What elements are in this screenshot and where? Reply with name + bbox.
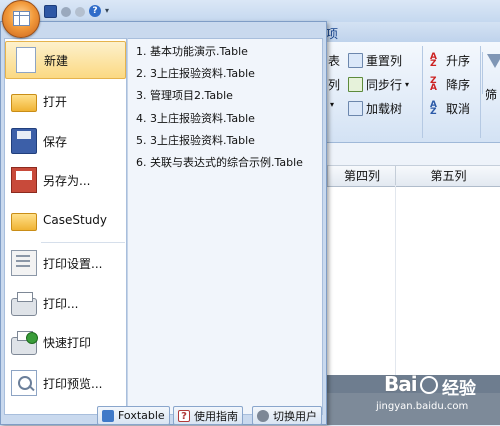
help-icon: ? (178, 409, 190, 422)
menu-item-save[interactable]: 保存 (5, 122, 126, 160)
sort-descending-label: 降序 (446, 78, 471, 92)
help-icon[interactable]: ? (89, 5, 101, 17)
save-disk-icon (11, 128, 37, 154)
reset-columns-label: 重置列 (366, 54, 403, 68)
sort-descending-button[interactable]: ZA 降序 (430, 76, 470, 93)
paw-icon (420, 376, 438, 394)
ribbon-column-button[interactable]: 列 (328, 76, 340, 93)
menu-item-label: 打印... (43, 296, 79, 311)
table-grid-icon (13, 11, 30, 26)
menu-item-open[interactable]: 打开 (5, 82, 126, 120)
sort-ascending-icon: AZ (430, 51, 437, 69)
menu-item-casestudy[interactable]: CaseStudy (5, 201, 126, 239)
recent-file-item[interactable]: 1. 基本功能演示.Table (136, 43, 248, 59)
cancel-sort-button[interactable]: AZ 取消 (430, 100, 470, 117)
print-settings-icon (11, 250, 37, 276)
watermark-text: 经验 (442, 379, 476, 399)
menu-item-label: CaseStudy (43, 213, 108, 227)
menu-item-label: 保存 (43, 134, 68, 149)
baidu-jingyan-watermark: Bai 经验 jingyan.baidu.com (368, 368, 498, 424)
filter-icon (487, 54, 500, 68)
menu-item-new[interactable]: 新建 (5, 41, 126, 79)
user-icon (257, 409, 269, 422)
menu-item-label: 打印设置... (43, 256, 103, 271)
column-divider (395, 185, 396, 375)
menu-item-label: 快速打印 (43, 335, 92, 350)
user-guide-label: 使用指南 (194, 409, 238, 423)
reset-columns-button[interactable]: 重置列 (348, 52, 402, 69)
ribbon-dropdown-button[interactable]: ▾ (330, 100, 334, 109)
dropdown-arrow-icon: ▾ (405, 80, 410, 89)
user-guide-button[interactable]: ? 使用指南 (173, 406, 243, 425)
save-icon[interactable] (44, 4, 57, 18)
new-document-icon (16, 47, 36, 73)
quick-access-toolbar: ? ▾ (44, 3, 113, 19)
switch-user-label: 切换用户 (273, 409, 317, 423)
recent-documents-panel: 1. 基本功能演示.Table 2. 3上庄报验资料.Table 3. 管理项目… (127, 38, 323, 415)
menu-item-label: 新建 (44, 53, 69, 68)
ribbon-table-label: 表 (328, 54, 341, 68)
sync-rows-icon (348, 77, 363, 92)
menu-item-quick-print[interactable]: 快速打印 (5, 323, 126, 361)
application-menu: 新建 打开 保存 另存为... CaseStudy 打印设置... 打印... (0, 21, 327, 425)
cancel-sort-icon: AZ (430, 99, 437, 117)
cancel-sort-label: 取消 (446, 102, 471, 116)
recent-file-item[interactable]: 6. 关联与表达式的综合示例.Table (136, 154, 303, 170)
switch-user-button[interactable]: 切换用户 (252, 406, 322, 425)
menu-separator (41, 242, 125, 243)
sort-ascending-button[interactable]: AZ 升序 (430, 52, 470, 69)
open-folder-icon (11, 94, 37, 112)
ribbon-table-button[interactable]: 表 (328, 52, 340, 69)
print-preview-icon (11, 370, 37, 396)
dropdown-arrow-icon: ▾ (330, 100, 335, 109)
menu-item-label: 打印预览... (43, 376, 103, 391)
reset-columns-icon (348, 53, 363, 68)
recent-file-item[interactable]: 4. 3上庄报验资料.Table (136, 110, 255, 126)
redo-icon[interactable] (75, 6, 85, 17)
ribbon-group-sort: AZ 升序 ZA 降序 AZ 取消 (424, 46, 481, 138)
menu-item-print-settings[interactable]: 打印设置... (5, 244, 126, 282)
printer-icon (11, 292, 37, 316)
sort-ascending-label: 升序 (446, 54, 471, 68)
tab-options[interactable]: 项 (326, 25, 338, 42)
foxtable-label: Foxtable (118, 409, 165, 422)
application-menu-button[interactable] (2, 0, 40, 38)
menu-item-save-as[interactable]: 另存为... (5, 161, 126, 199)
menu-item-print-preview[interactable]: 打印预览... (5, 364, 126, 402)
column-header[interactable]: 第四列 (327, 166, 396, 186)
app-menu-commands: 新建 打开 保存 另存为... CaseStudy 打印设置... 打印... (4, 38, 127, 415)
recent-file-item[interactable]: 2. 3上庄报验资料.Table (136, 65, 255, 81)
filter-button[interactable]: 筛 (482, 52, 500, 102)
foxtable-button[interactable]: Foxtable (97, 406, 170, 425)
recent-file-item[interactable]: 5. 3上庄报验资料.Table (136, 132, 255, 148)
title-bar: ? ▾ (0, 0, 500, 23)
watermark-url: jingyan.baidu.com (376, 401, 469, 412)
recent-file-item[interactable]: 3. 管理项目2.Table (136, 87, 233, 103)
customize-toolbar-icon[interactable]: ▾ (105, 7, 113, 15)
ribbon-column-label: 列 (328, 78, 341, 92)
load-tree-label: 加载树 (366, 102, 403, 116)
column-header[interactable]: 第五列 (395, 166, 500, 186)
check-badge-icon (26, 332, 38, 344)
home-icon (102, 409, 114, 422)
filter-label: 筛 (485, 88, 498, 102)
quick-print-icon (11, 331, 38, 355)
watermark-logo: Bai (384, 372, 418, 396)
undo-icon[interactable] (61, 6, 71, 17)
ribbon-group-table: 表 重置列 列 同步行 ▾ ▾ 加载树 (326, 46, 423, 138)
folder-icon (11, 213, 37, 231)
menu-item-label: 打开 (43, 94, 68, 109)
sync-rows-label: 同步行 (366, 78, 403, 92)
load-tree-icon (348, 101, 363, 116)
menu-item-print[interactable]: 打印... (5, 284, 126, 322)
sync-rows-button[interactable]: 同步行 ▾ (348, 76, 409, 93)
menu-item-label: 另存为... (43, 173, 91, 188)
sort-descending-icon: ZA (430, 75, 437, 93)
save-as-icon (11, 167, 37, 193)
app-menu-footer: Foxtable ? 使用指南 切换用户 (1, 404, 326, 426)
load-tree-button[interactable]: 加载树 (348, 100, 402, 117)
